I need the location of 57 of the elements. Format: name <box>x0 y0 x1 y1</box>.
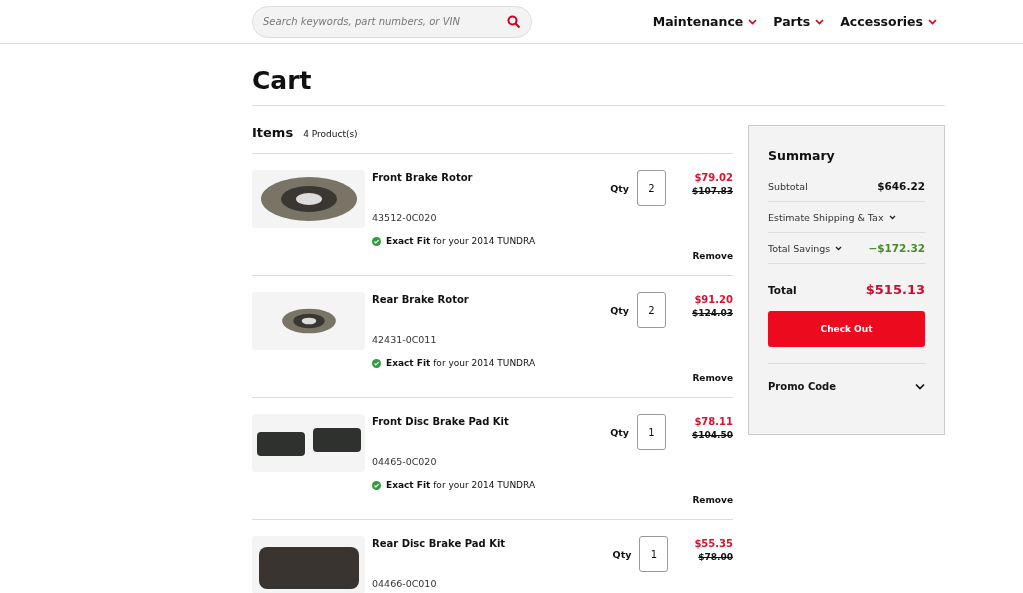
summary-value: $646.22 <box>877 180 925 192</box>
check-circle-icon <box>372 358 381 368</box>
summary-title: Summary <box>768 148 836 163</box>
summary-dropdown[interactable]: Total Savings <box>768 242 843 254</box>
part-number: 04465-0C020 <box>372 456 438 467</box>
sale-price: $78.11 <box>693 416 733 427</box>
product-count: 4 Product(s) <box>303 129 358 139</box>
checkout-button[interactable]: Check Out <box>768 311 925 347</box>
part-number: 04466-0C010 <box>372 578 438 589</box>
promo-code-toggle[interactable]: Promo Code <box>768 363 925 392</box>
check-circle-icon <box>372 480 381 490</box>
nav-link[interactable]: Maintenance <box>652 14 758 29</box>
qty-label: Qty <box>610 305 629 316</box>
total-value: $515.13 <box>865 282 925 297</box>
summary-value: −$172.32 <box>868 242 925 254</box>
sale-price: $55.35 <box>694 538 733 549</box>
qty-label: Qty <box>610 427 629 438</box>
items-heading: Items <box>252 125 294 140</box>
summary-label: Subtotal <box>768 180 808 192</box>
chevron-down-icon <box>748 18 758 25</box>
original-price: $107.83 <box>692 186 733 196</box>
remove-link[interactable]: Remove <box>692 495 733 505</box>
summary-dropdown[interactable]: Estimate Shipping & Tax <box>768 211 896 223</box>
total-label: Total <box>768 283 797 296</box>
chevron-down-icon <box>888 214 896 220</box>
check-circle-icon <box>372 236 381 246</box>
qty-label: Qty <box>612 549 632 560</box>
product-name[interactable]: Rear Brake Rotor <box>372 294 611 305</box>
fit-label: Exact Fit for your 2014 TUNDRA <box>386 480 536 490</box>
original-price: $78.00 <box>697 552 733 562</box>
quantity-field[interactable]: 2 <box>637 292 666 328</box>
product-name[interactable]: Rear Disc Brake Pad Kit <box>372 538 613 549</box>
quantity-field[interactable]: 1 <box>639 536 669 572</box>
remove-link[interactable]: Remove <box>692 373 733 383</box>
quantity-field[interactable]: 1 <box>637 414 666 450</box>
original-price: $124.03 <box>692 308 733 318</box>
original-price: $104.50 <box>692 430 733 440</box>
remove-link[interactable]: Remove <box>692 251 733 261</box>
chevron-down-icon <box>915 383 925 390</box>
qty-label: Qty <box>610 183 629 194</box>
quantity-field[interactable]: 2 <box>637 170 666 206</box>
nav-link[interactable]: Accessories <box>840 14 937 29</box>
fit-label: Exact Fit for your 2014 TUNDRA <box>386 358 536 368</box>
sale-price: $79.02 <box>693 172 733 183</box>
search-field[interactable]: Search keywords, part numbers, or VIN <box>252 5 532 38</box>
sale-price: $91.20 <box>693 294 733 305</box>
chevron-down-icon <box>928 18 937 25</box>
fit-label: Exact Fit for your 2014 TUNDRA <box>386 236 536 246</box>
product-name[interactable]: Front Brake Rotor <box>372 172 611 183</box>
product-name[interactable]: Front Disc Brake Pad Kit <box>372 416 611 427</box>
chevron-down-icon <box>835 245 843 251</box>
nav-link[interactable]: Parts <box>773 14 825 29</box>
chevron-down-icon <box>815 18 825 25</box>
page-title: Cart <box>252 44 945 106</box>
search-icon[interactable] <box>507 14 521 29</box>
part-number: 42431-0C011 <box>372 334 438 345</box>
part-number: 43512-0C020 <box>372 212 438 223</box>
